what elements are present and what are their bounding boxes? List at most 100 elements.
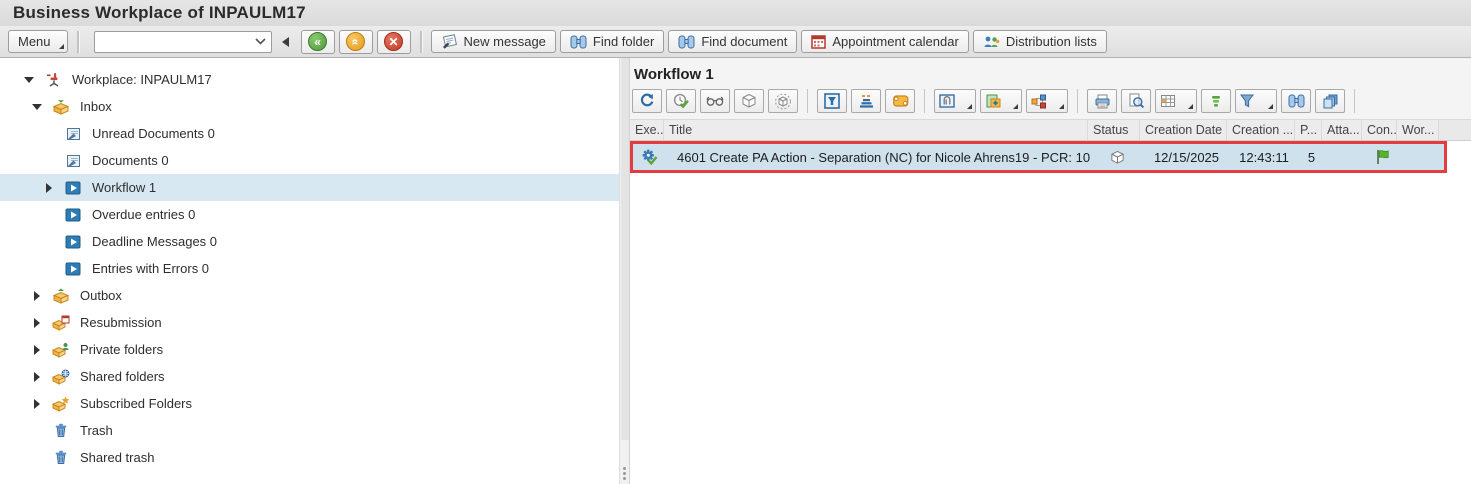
tree-item-label: Deadline Messages 0 [92,234,218,249]
executable-cell[interactable] [633,144,667,170]
tree-item-resubmission[interactable]: Resubmission [0,309,619,336]
scrollbar-thumb[interactable] [621,58,629,440]
workflow-panel: Workflow 1 Exe... Title Status Creation … [630,58,1471,484]
page-up-button[interactable]: « [338,29,373,54]
expander-icon[interactable] [30,290,44,301]
splitter-grip-icon[interactable] [623,467,626,480]
tree-item-unread-documents[interactable]: Unread Documents 0 [0,120,619,147]
expander-icon[interactable] [42,182,56,193]
panel-title: Workflow 1 [634,66,714,83]
tree-item-shared-folders[interactable]: Shared folders [0,363,619,390]
cancel-button[interactable]: ✕ [376,29,411,54]
print-button[interactable] [1087,89,1117,113]
menu-button[interactable]: Menu [8,30,68,53]
tree-item-label: Shared trash [80,450,155,465]
tree-item-trash[interactable]: Trash [0,417,619,444]
filter-button[interactable] [1235,89,1277,113]
subscribed-folders-icon [52,395,70,412]
object-cube-icon [742,94,756,108]
tree-item-label: Shared folders [80,369,165,384]
tree-item-workflow[interactable]: Workflow 1 [0,174,619,201]
confirmation-cell[interactable] [1365,144,1400,170]
execute-button[interactable] [666,89,696,113]
column-header-workitem[interactable]: Wor... [1397,120,1439,140]
find-in-document-button[interactable] [1121,89,1151,113]
tree-item-entries-with-errors[interactable]: Entries with Errors 0 [0,255,619,282]
attachment-icon [939,94,955,108]
workitem-title[interactable]: 4601 Create PA Action - Separation (NC) … [667,144,1091,170]
tree-item-label: Documents 0 [92,153,169,168]
resubmission-icon [52,314,70,331]
expander-icon[interactable] [30,317,44,328]
find-folder-button[interactable]: Find folder [559,30,665,53]
expander-icon[interactable] [30,344,44,355]
create-folder-button[interactable] [980,89,1022,113]
collapse-command-field-icon[interactable] [281,36,289,47]
expander-icon[interactable] [30,398,44,409]
trash-icon [52,449,70,466]
attachments-button[interactable] [934,89,976,113]
workflow-log-button[interactable] [885,89,915,113]
private-folders-icon [52,341,70,358]
folder-tree: Workplace: INPAULM17 Inbox Unread Docume… [0,58,619,484]
tree-item-overdue-entries[interactable]: Overdue entries 0 [0,201,619,228]
column-header-creation-date[interactable]: Creation Date [1140,120,1227,140]
column-header-status[interactable]: Status [1088,120,1140,140]
toolbar-separator [419,30,422,53]
attachments-cell[interactable] [1325,144,1365,170]
display-button[interactable] [700,89,730,113]
replay-button[interactable] [851,89,881,113]
status-cell[interactable] [1091,144,1143,170]
expander-icon[interactable] [30,371,44,382]
creation-date-cell[interactable]: 12/15/2025 [1143,144,1230,170]
tree-item-private-folders[interactable]: Private folders [0,336,619,363]
tree-item-label: Workplace: INPAULM17 [72,72,212,87]
column-header-executable[interactable]: Exe... [630,120,664,140]
binoculars-icon [678,35,695,48]
column-header-creation-time[interactable]: Creation ... [1227,120,1295,140]
tree-item-inbox[interactable]: Inbox [0,93,619,120]
new-message-button[interactable]: New message [430,30,556,53]
find-button[interactable] [1281,89,1311,113]
find-document-button[interactable]: Find document [668,30,798,53]
workitem-cell[interactable] [1400,144,1442,170]
command-field[interactable] [93,30,272,53]
tree-item-documents[interactable]: Documents 0 [0,147,619,174]
copy-list-button[interactable] [1315,89,1345,113]
priority-cell[interactable]: 5 [1298,144,1325,170]
creation-time-cell[interactable]: 12:43:11 [1230,144,1298,170]
object-button[interactable] [734,89,764,113]
workflow-log-icon [892,95,908,107]
column-header-title[interactable]: Title [664,120,1088,140]
column-header-priority[interactable]: P... [1295,120,1322,140]
expander-icon[interactable] [30,103,44,110]
workplace-icon [44,71,62,88]
chevron-down-icon[interactable] [254,38,266,45]
tree-item-workplace[interactable]: Workplace: INPAULM17 [0,66,619,93]
back-button[interactable]: « [300,29,335,54]
forward-button[interactable] [817,89,847,113]
column-header-attachments[interactable]: Atta... [1322,120,1362,140]
tree-item-label: Entries with Errors 0 [92,261,210,276]
tree-item-deadline-messages[interactable]: Deadline Messages 0 [0,228,619,255]
toolbar-separator [924,89,925,113]
sort-button[interactable] [1201,89,1231,113]
distribution-lists-button[interactable]: Distribution lists [972,30,1107,53]
refresh-button[interactable] [632,89,662,113]
tree-item-outbox[interactable]: Outbox [0,282,619,309]
appointment-calendar-button[interactable]: Appointment calendar [801,30,969,53]
column-header-confirmation[interactable]: Con... [1362,120,1397,140]
tree-scrollbar[interactable] [619,58,629,484]
tree-item-subscribed-folders[interactable]: Subscribed Folders [0,390,619,417]
cube-icon [1110,150,1124,164]
table-settings-button[interactable] [1155,89,1197,113]
org-assignment-button[interactable] [1026,89,1068,113]
object-reference-button[interactable] [768,89,798,113]
people-icon [984,36,1000,47]
tree-item-label: Inbox [80,99,112,114]
filter-icon [1240,94,1254,108]
expander-icon[interactable] [22,76,36,83]
tree-item-shared-trash[interactable]: Shared trash [0,444,619,471]
workitem-row[interactable]: 4601 Create PA Action - Separation (NC) … [633,144,1444,170]
menu-dropdown-corner-icon [58,44,64,49]
